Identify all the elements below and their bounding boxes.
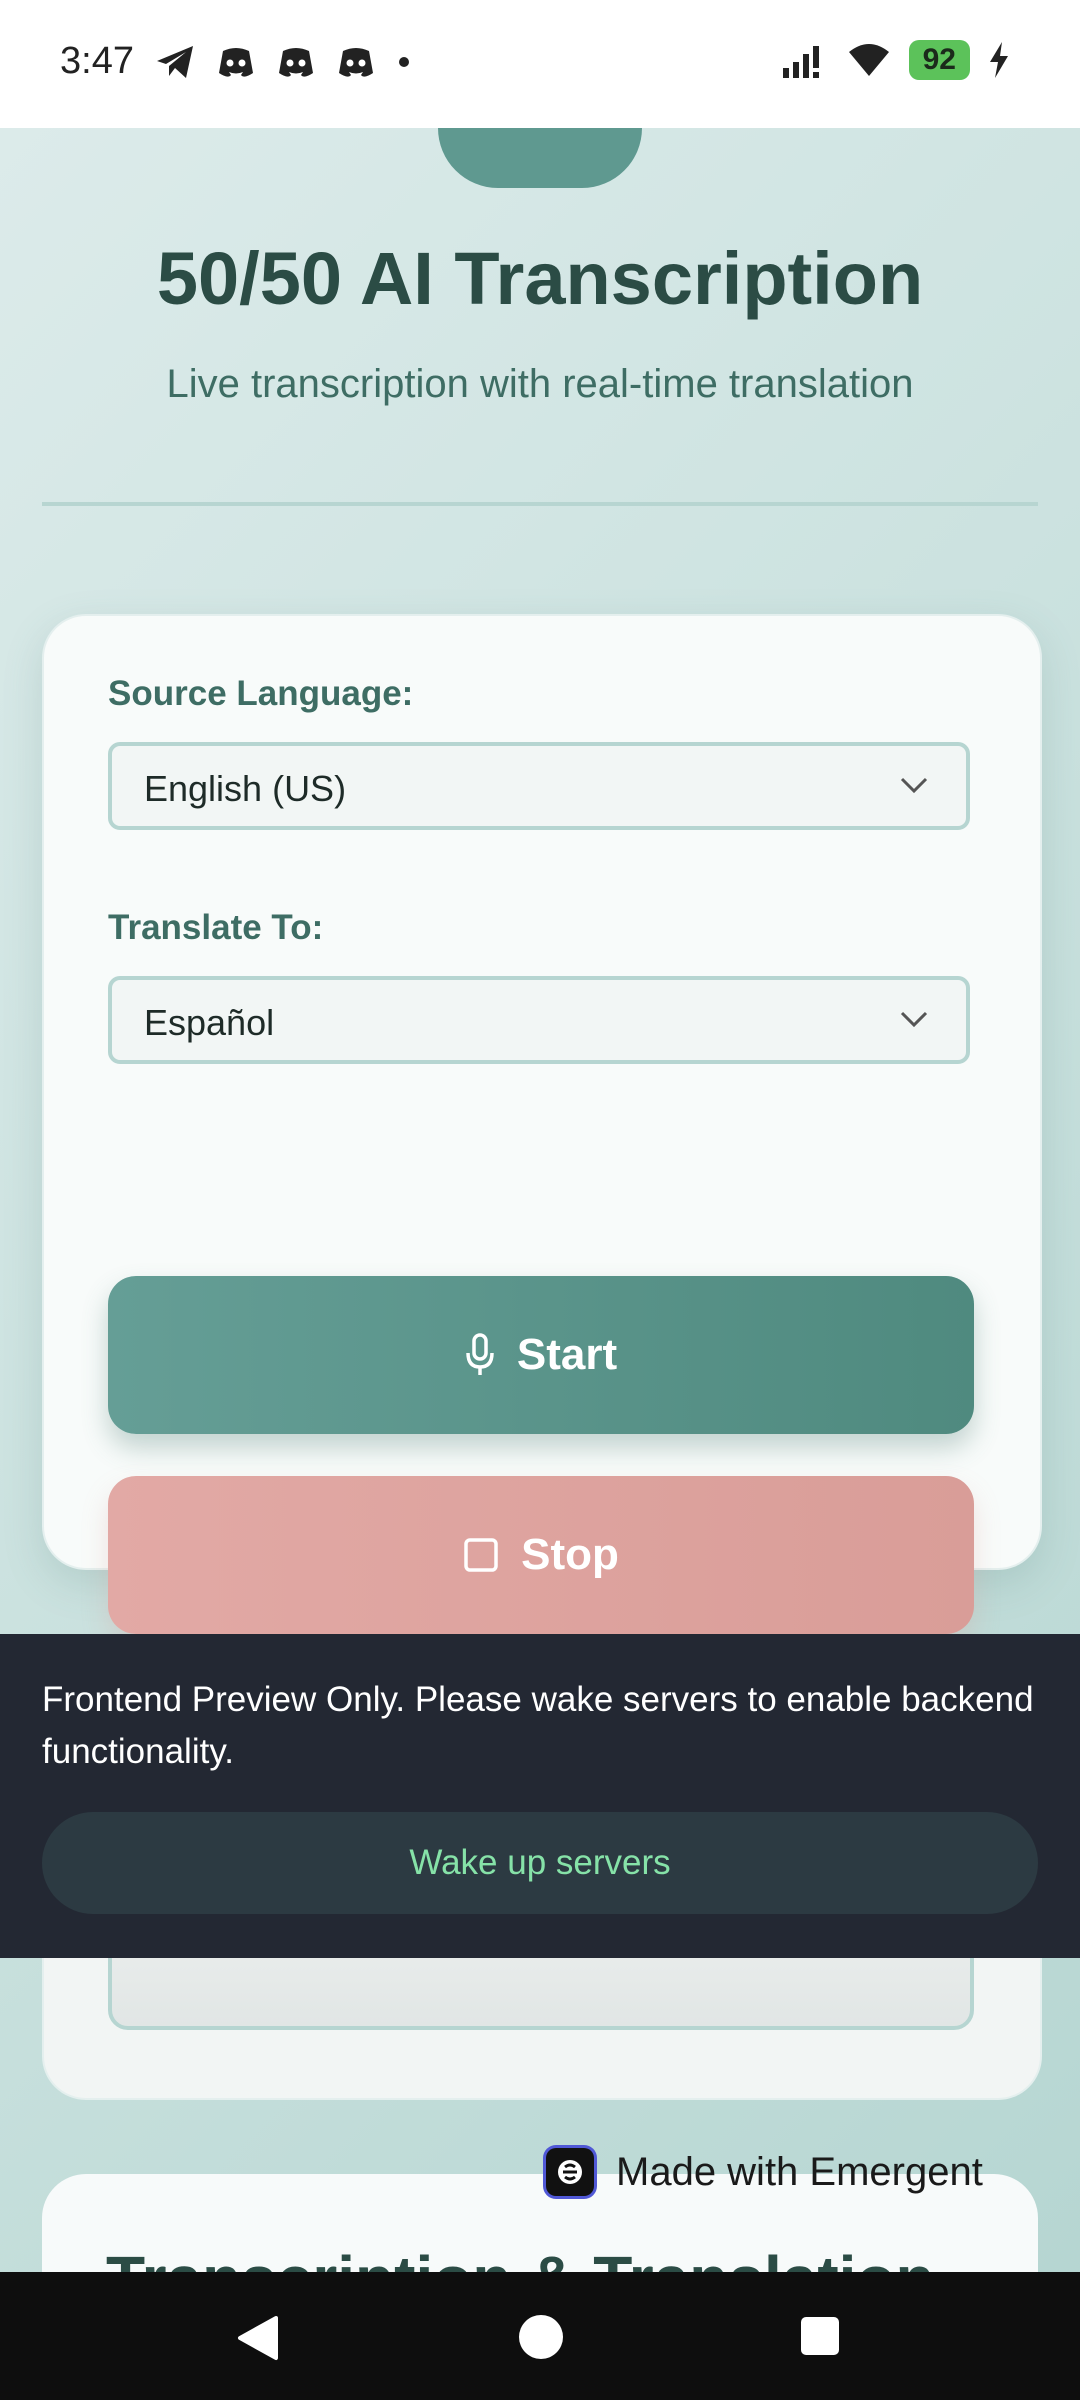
back-icon[interactable] [236, 2314, 280, 2362]
wake-up-servers-button[interactable]: Wake up servers [42, 1812, 1038, 1914]
made-with-badge[interactable]: Made with Emergent [546, 2142, 983, 2202]
navigation-bar [0, 2272, 1080, 2400]
stop-button-label: Stop [521, 1530, 619, 1579]
charging-icon [990, 42, 1008, 78]
signal-icon [782, 46, 819, 78]
status-time: 3:47 [60, 40, 134, 82]
divider [42, 502, 1038, 506]
source-language-label: Source Language: [108, 674, 414, 713]
chevron-down-icon [900, 777, 928, 794]
telegram-icon [157, 46, 193, 78]
target-language-value: Español [144, 1002, 275, 1043]
stop-square-icon [464, 1538, 498, 1572]
microphone-icon [466, 1333, 494, 1375]
target-language-select[interactable]: Español [108, 976, 970, 1064]
page-title: 50/50 AI Transcription [156, 237, 924, 320]
battery-icon: 92 [908, 40, 970, 80]
chevron-down-icon [900, 1011, 928, 1028]
discord-icon [279, 48, 313, 77]
home-icon[interactable] [518, 2314, 564, 2360]
target-language-label: Translate To: [108, 908, 324, 947]
app-logo [438, 128, 642, 188]
made-with-text: Made with Emergent [616, 2149, 983, 2194]
transcription-title: Transcription & Translation [106, 2242, 935, 2272]
stop-button[interactable]: Stop [108, 1476, 974, 1634]
preview-banner: Frontend Preview Only. Please wake serve… [0, 1634, 1080, 1958]
source-language-select[interactable]: English (US) [108, 742, 970, 830]
dot-icon [399, 57, 409, 67]
page-subtitle: Live transcription with real-time transl… [166, 362, 914, 406]
controls-card: Source Language: English (US) Translate … [42, 614, 1042, 1634]
notification-icons [155, 44, 411, 80]
emergent-logo-icon [546, 2148, 594, 2196]
discord-icon [339, 48, 373, 77]
discord-icon [219, 48, 253, 77]
start-button[interactable]: Start [108, 1276, 974, 1434]
banner-message: Frontend Preview Only. Please wake serve… [42, 1680, 1034, 1771]
wifi-icon [848, 44, 889, 76]
source-language-value: English (US) [144, 768, 347, 809]
system-icons: 92 [781, 40, 1010, 80]
start-button-label: Start [516, 1330, 618, 1379]
recents-icon[interactable] [800, 2316, 840, 2356]
status-bar: 3:47 92 [0, 0, 1080, 128]
